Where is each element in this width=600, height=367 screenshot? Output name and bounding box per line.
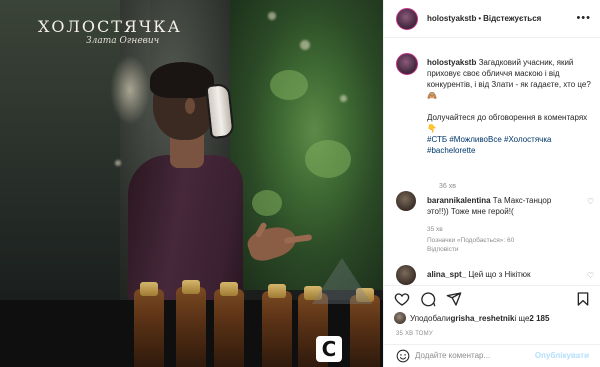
emoji-icon[interactable]: [396, 349, 410, 363]
post-timestamp[interactable]: 35 ХВ ТОМУ: [396, 331, 433, 337]
show-logo: ХОЛОСТЯЧКА: [38, 17, 182, 36]
commenter-avatar[interactable]: [396, 265, 416, 285]
comment-reply-button[interactable]: Відповісти: [427, 245, 577, 254]
bottle-cap: [140, 282, 158, 296]
bottle-cap: [182, 280, 200, 294]
author-username[interactable]: holostyakstb: [427, 14, 476, 23]
comment-like-icon[interactable]: ♡: [587, 271, 594, 280]
comment-icon[interactable]: [420, 291, 436, 307]
add-comment-bar: Опублікувати: [384, 344, 600, 367]
following-button[interactable]: Відстежується: [483, 14, 541, 23]
leaf-cluster: [252, 190, 282, 216]
liker-username[interactable]: grisha_reshetnik: [450, 314, 514, 323]
glass-decor: [312, 258, 372, 304]
caption-username[interactable]: holostyakstb: [427, 58, 476, 67]
commenter-avatar[interactable]: [396, 191, 416, 211]
background-light: [110, 55, 150, 125]
caption-hashtags[interactable]: #СТБ #МожливоВсе #Холостячка #bacheloret…: [427, 134, 597, 156]
post-photo[interactable]: ХОЛОСТЯЧКА Злата Огневич С: [0, 0, 383, 367]
more-horizontal-icon[interactable]: •••: [576, 12, 591, 24]
share-icon[interactable]: [446, 291, 462, 307]
post-actions-bar: [384, 285, 600, 311]
comment-time: 35 хв: [427, 226, 443, 233]
caption-text: holostyakstb Загадковий учасник, який пр…: [427, 57, 597, 156]
bottle: [214, 289, 244, 367]
likes-count[interactable]: 2 185: [529, 314, 549, 323]
person-hair: [150, 62, 214, 98]
comment-text: alina_spt_ Цей що з Нікітюк: [427, 269, 575, 280]
likes-middle: і ще: [514, 313, 530, 323]
instagram-post: ХОЛОСТЯЧКА Злата Огневич С holostyakstb …: [0, 0, 600, 367]
leaf-cluster: [305, 140, 351, 178]
bokeh-light: [300, 40, 310, 50]
bokeh-light: [340, 95, 347, 102]
comments-list[interactable]: holostyakstb Загадковий учасник, який пр…: [384, 39, 600, 285]
bottle: [350, 295, 380, 367]
caption-body-2: Долучайтеся до обговорення в коментарях👇: [427, 113, 588, 133]
post-side-panel: holostyakstb • Відстежується ••• holosty…: [383, 0, 600, 367]
likes-summary[interactable]: Уподобали grisha_reshetnik і ще 2 185: [394, 312, 549, 324]
bokeh-light: [115, 160, 121, 166]
caption-time: 36 хв: [439, 183, 456, 190]
commenter-username[interactable]: barannikalentina: [427, 196, 491, 205]
likes-prefix: Уподобали: [410, 313, 451, 323]
bottle: [176, 287, 206, 367]
channel-logo-letter: С: [321, 337, 337, 361]
bottle-cap: [268, 284, 286, 298]
header-separator: •: [478, 14, 482, 23]
comment-like-icon[interactable]: ♡: [587, 197, 594, 206]
show-logo-signature: Злата Огневич: [86, 36, 160, 46]
person-ear: [185, 98, 195, 114]
bookmark-icon[interactable]: [575, 291, 591, 307]
stb-channel-logo: С: [316, 336, 342, 362]
post-header: holostyakstb • Відстежується •••: [384, 0, 600, 38]
bottle: [134, 289, 164, 367]
author-avatar[interactable]: [396, 7, 418, 30]
comment-like-count[interactable]: Позначки «Подобається»: 60: [427, 236, 577, 245]
caption-avatar[interactable]: [396, 53, 418, 75]
comment-body: Цей що з Нікітюк: [466, 270, 531, 279]
comment-text: barannikalentina Та Макс-танцор это!!)) …: [427, 195, 575, 217]
add-comment-input[interactable]: [415, 351, 545, 360]
publish-button[interactable]: Опублікувати: [535, 351, 589, 360]
liker-avatar: [394, 312, 406, 324]
heart-icon[interactable]: [394, 291, 410, 307]
bottle: [262, 291, 292, 367]
bottle-cap: [220, 282, 238, 296]
bokeh-light: [268, 12, 276, 20]
leaf-cluster: [270, 70, 308, 100]
commenter-username[interactable]: alina_spt_: [427, 270, 466, 279]
